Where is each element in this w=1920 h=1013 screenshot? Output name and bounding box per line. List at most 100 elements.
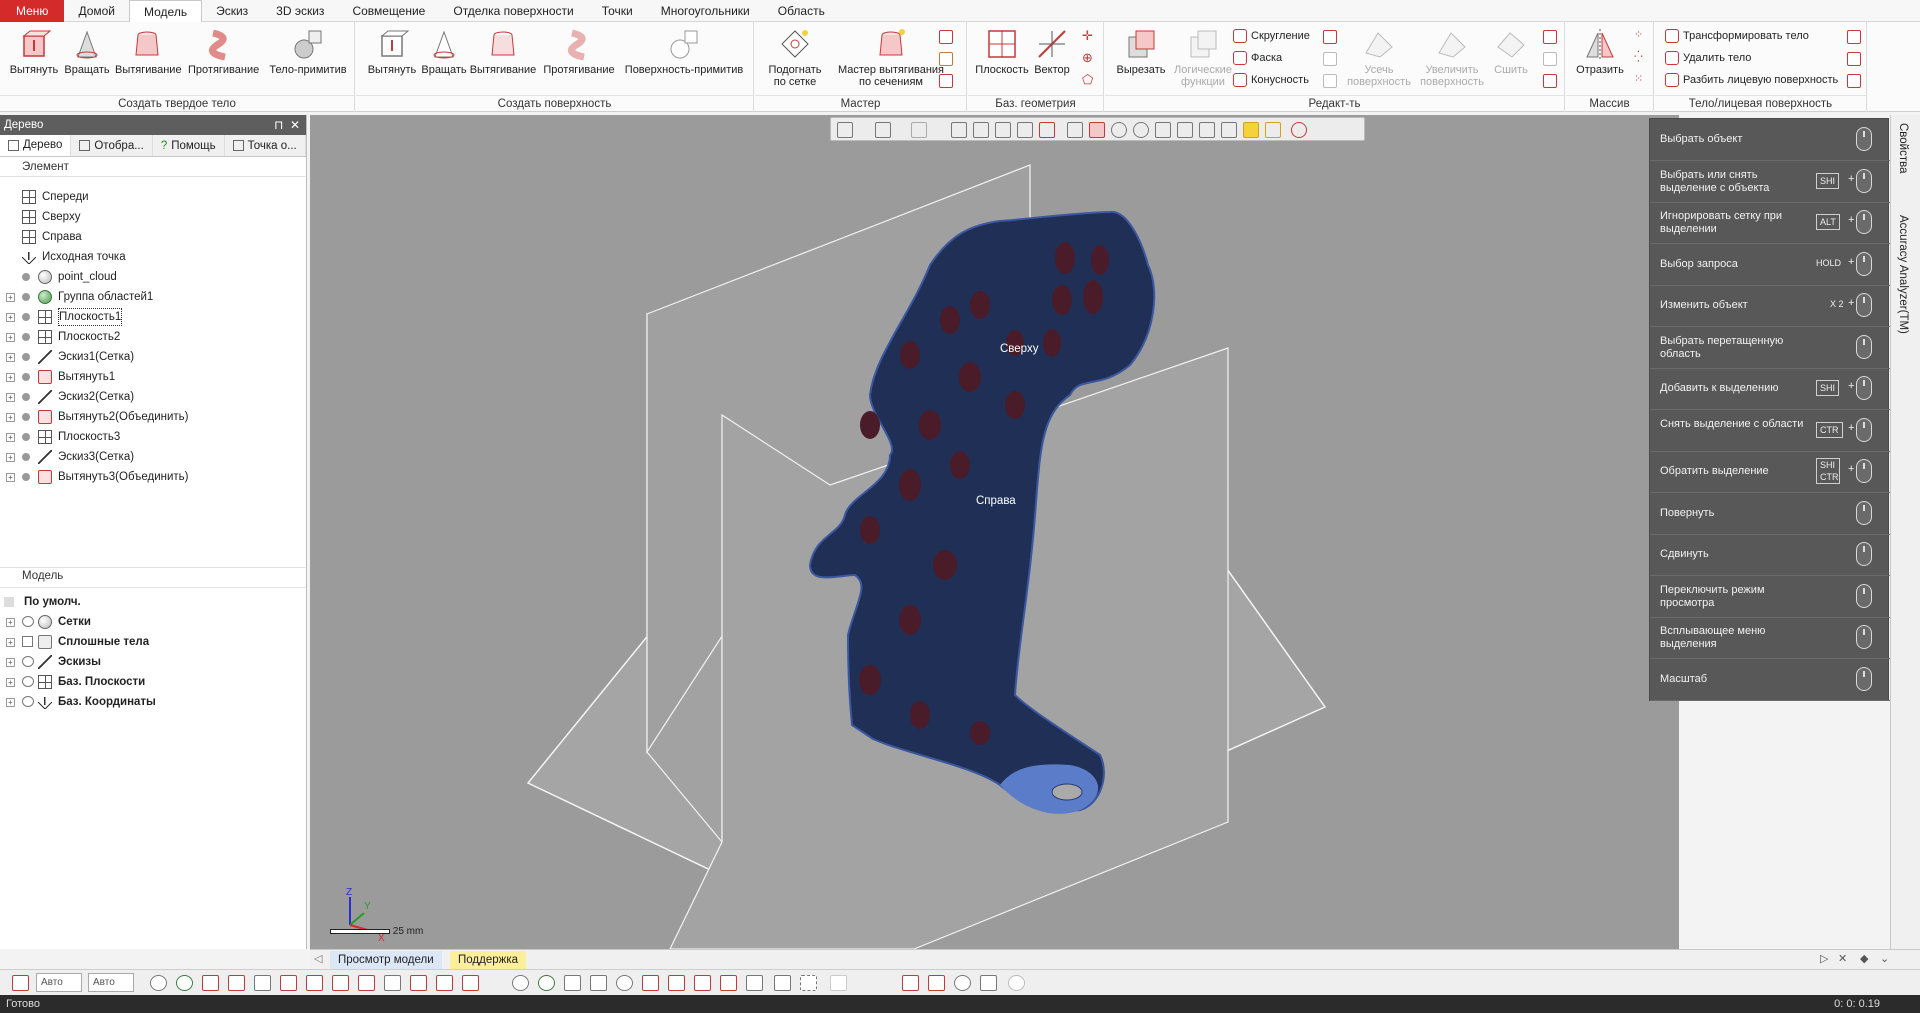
measure-area-icon[interactable] [980, 975, 997, 991]
visibility-icon[interactable] [22, 616, 34, 627]
edit-small-icon-5[interactable] [1543, 52, 1557, 66]
tab-surface-finish[interactable]: Отделка поверхности [439, 0, 587, 22]
edit-small-icon-3[interactable] [1323, 74, 1337, 88]
cut-button[interactable]: Вырезать [1109, 25, 1173, 91]
circular-pattern-icon[interactable]: ⁛ [1634, 50, 1643, 63]
solid-sweep-button[interactable]: Протягивание [188, 25, 259, 91]
tree-item[interactable]: + Вытянуть3(Объединить) [0, 467, 306, 487]
solid-loft-button[interactable]: Вытягивание [115, 25, 182, 91]
tree-item[interactable]: Исходная точка [0, 247, 306, 267]
expand-icon[interactable]: + [6, 333, 15, 342]
tree-item[interactable]: + Эскиз3(Сетка) [0, 447, 306, 467]
paint-select-icon[interactable] [1199, 122, 1215, 138]
visibility-dot-icon[interactable] [22, 293, 30, 301]
tree-item[interactable]: + Вытянуть1 [0, 367, 306, 387]
tree-item[interactable]: + Плоскость3 [0, 427, 306, 447]
visibility-icon[interactable] [22, 676, 34, 687]
view-layout-icon[interactable] [830, 975, 847, 991]
plane-view-1-icon[interactable] [973, 122, 989, 138]
eye-icon[interactable] [1291, 122, 1307, 138]
wizard-small-icon-1[interactable] [939, 30, 953, 44]
tree-item[interactable]: Спереди [0, 187, 306, 207]
vector-button[interactable]: Вектор [1020, 25, 1084, 91]
visibility-dot-icon[interactable] [22, 453, 30, 461]
filter-edges-icon[interactable] [306, 975, 323, 991]
solid-primitive-button[interactable]: Тело-примитив [268, 25, 348, 91]
visibility-dot-icon[interactable] [22, 273, 30, 281]
expand-icon[interactable]: + [6, 618, 15, 627]
body-small-icon-2[interactable] [1847, 52, 1861, 66]
tab-list-icon[interactable]: ◆ [1860, 952, 1868, 965]
section-icon[interactable] [951, 122, 967, 138]
view-iso-icon[interactable] [746, 975, 763, 991]
filter-faces-icon[interactable] [254, 975, 271, 991]
visibility-dot-icon[interactable] [22, 433, 30, 441]
lasso-select-icon[interactable] [1177, 122, 1193, 138]
tree-item[interactable]: + Группа областей1 [0, 287, 306, 307]
tree-item[interactable]: + Эскиз2(Сетка) [0, 387, 306, 407]
tree-item[interactable]: Сверху [0, 207, 306, 227]
view-globe-icon[interactable] [538, 975, 555, 991]
brush-select-icon[interactable] [1243, 122, 1259, 138]
trim-surface-button[interactable]: Усечь поверхность [1343, 25, 1415, 91]
plane-view-2-icon[interactable] [995, 122, 1011, 138]
close-tab-icon[interactable]: ✕ [1838, 952, 1847, 965]
edit-small-icon-2[interactable] [1323, 52, 1337, 66]
expand-icon[interactable]: + [6, 413, 15, 422]
tab-tree[interactable]: Дерево [0, 135, 72, 156]
scroll-left-icon[interactable]: ◁ [314, 952, 322, 965]
tab-help[interactable]: ? Помощь [153, 135, 225, 156]
loft-wizard-button[interactable]: Мастер вытягивания по сечениям [835, 25, 947, 91]
pin-icon[interactable]: ⊓ [274, 115, 283, 135]
view-bottom-icon[interactable] [720, 975, 737, 991]
rectangle-select-icon[interactable] [1089, 122, 1105, 138]
view-left-icon[interactable] [642, 975, 659, 991]
filter-meshes-icon[interactable] [150, 975, 167, 991]
body-small-icon-1[interactable] [1847, 30, 1861, 44]
expand-icon[interactable]: + [6, 373, 15, 382]
delete-body-button[interactable]: Удалить тело [1663, 48, 1751, 68]
tab-sketch[interactable]: Эскиз [202, 0, 262, 22]
visibility-dot-icon[interactable] [22, 373, 30, 381]
close-icon[interactable]: ✕ [290, 115, 300, 135]
polygon-icon[interactable]: ⬠ [1082, 72, 1093, 88]
expand-icon[interactable]: + [6, 353, 15, 362]
mesh-fit-button[interactable]: Подогнать по сетке [759, 25, 831, 91]
render-mode-icon[interactable] [911, 122, 927, 138]
sew-button[interactable]: Сшить [1483, 25, 1539, 91]
filter-planes-icon[interactable] [384, 975, 401, 991]
scroll-right-icon[interactable]: ▷ [1820, 952, 1828, 965]
wizard-small-icon-2[interactable] [939, 52, 953, 66]
visibility-icon[interactable] [22, 696, 34, 707]
clip-icon[interactable] [1039, 122, 1055, 138]
visibility-dot-icon[interactable] [22, 313, 30, 321]
select-mode-combo-2[interactable]: Авто [88, 973, 134, 992]
view-back-icon[interactable] [590, 975, 607, 991]
filter-regions-icon[interactable] [176, 975, 193, 991]
polygon-select-icon[interactable] [1133, 122, 1149, 138]
filter-coords-icon[interactable] [436, 975, 453, 991]
tab-support[interactable]: Поддержка [450, 951, 526, 969]
chamfer-button[interactable]: Фаска [1231, 48, 1282, 68]
model-item-sketches[interactable]: + Эскизы [0, 652, 306, 672]
extend-select-icon[interactable] [1221, 122, 1237, 138]
measure-distance-icon[interactable] [902, 975, 919, 991]
model-item-solids[interactable]: + Сплошные тела [0, 632, 306, 652]
tab-model[interactable]: Модель [129, 0, 203, 23]
extend-surface-button[interactable]: Увеличить поверхность [1415, 25, 1489, 91]
3d-viewport[interactable]: Сверху Справа Z Y X 25 mm [310, 115, 1679, 949]
freeform-select-icon[interactable] [1155, 122, 1171, 138]
solid-revolve-button[interactable]: Вращать [55, 25, 119, 91]
tree-item[interactable]: + Плоскость1 [0, 307, 306, 327]
fill-select-icon[interactable] [1265, 122, 1281, 138]
view-rotate-icon[interactable] [512, 975, 529, 991]
cube-view-icon[interactable] [875, 122, 891, 138]
point-icon[interactable]: ✛ [1082, 28, 1093, 44]
display-options-icon[interactable] [1008, 975, 1025, 991]
expand-icon[interactable]: + [6, 698, 15, 707]
filter-lines-icon[interactable] [358, 975, 375, 991]
view-select-icon[interactable] [800, 975, 817, 991]
tree-item[interactable]: point_cloud [0, 267, 306, 287]
tab-accuracy-analyzer[interactable]: Accuracy Analyzer(TM) [1897, 215, 1909, 334]
circle-select-icon[interactable] [1111, 122, 1127, 138]
